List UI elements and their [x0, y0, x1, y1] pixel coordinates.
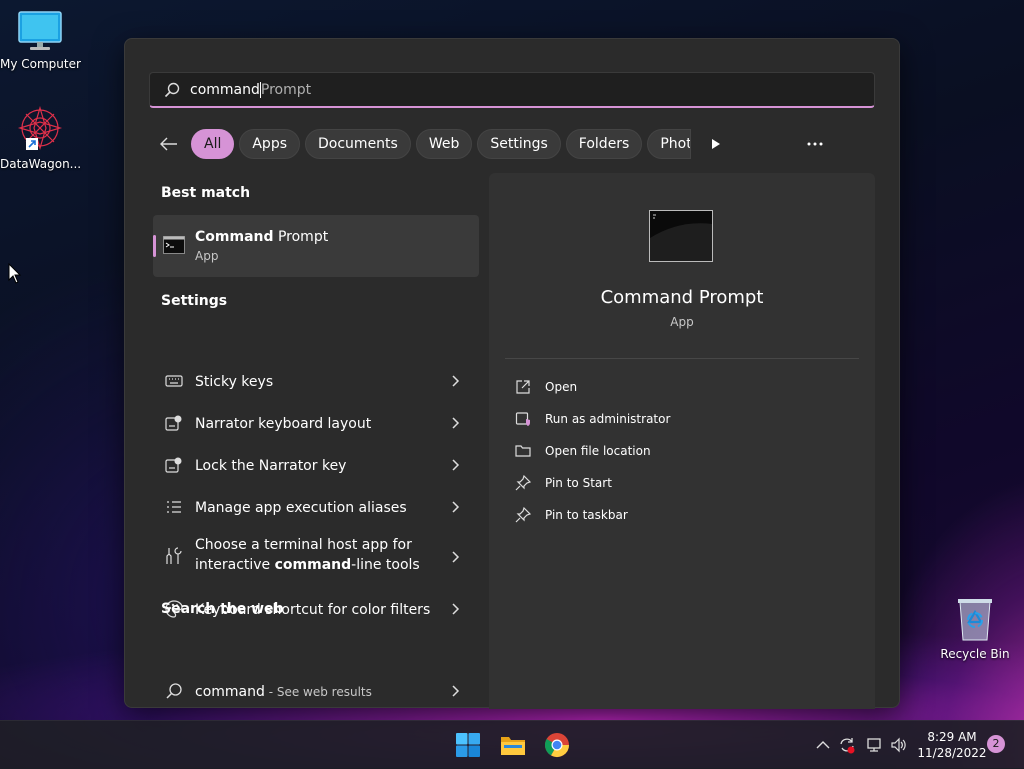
- desktop-icon-datawagon[interactable]: DataWagon...: [0, 105, 82, 171]
- filter-web[interactable]: Web: [415, 129, 473, 159]
- settings-heading: Settings: [161, 293, 228, 309]
- chevron-right-icon: [452, 603, 460, 615]
- desktop-icon-label: DataWagon...: [0, 157, 82, 171]
- arrow-left-icon: [160, 137, 177, 151]
- back-button[interactable]: [155, 130, 183, 158]
- pin-icon: [515, 507, 531, 523]
- command-prompt-large-icon: [649, 210, 713, 262]
- setting-terminal-host-app[interactable]: Choose a terminal host app for interacti…: [153, 529, 479, 585]
- desktop-icon-label: Recycle Bin: [940, 647, 1010, 661]
- chrome-icon[interactable]: [543, 731, 571, 759]
- action-pin-to-start[interactable]: Pin to Start: [515, 471, 612, 495]
- setting-narrator-keyboard-layout[interactable]: Narrator keyboard layout: [153, 403, 479, 443]
- detail-type: App: [670, 315, 694, 329]
- scroll-filters-button[interactable]: [702, 130, 730, 158]
- filter-settings[interactable]: Settings: [477, 129, 561, 159]
- action-label: Open file location: [545, 444, 651, 458]
- file-explorer-icon[interactable]: [499, 731, 527, 759]
- desktop-icon-my-computer[interactable]: My Computer: [0, 10, 81, 71]
- action-pin-to-taskbar[interactable]: Pin to taskbar: [515, 503, 628, 527]
- play-right-icon: [712, 139, 721, 149]
- chevron-right-icon: [452, 501, 460, 513]
- chevron-right-icon: [452, 375, 460, 387]
- chevron-right-icon: [452, 459, 460, 471]
- action-label: Pin to Start: [545, 476, 612, 490]
- detail-pane: Command Prompt App Open Run as administr…: [489, 173, 875, 709]
- web-search-result[interactable]: command - See web results: [153, 671, 479, 711]
- ellipsis-icon: [807, 142, 823, 146]
- system-clock[interactable]: 8:29 AM 11/28/2022: [912, 729, 992, 761]
- best-match-type: App: [195, 249, 219, 263]
- search-panel: command Prompt All Apps Documents Web Se…: [124, 38, 900, 711]
- sync-error-icon[interactable]: [838, 736, 856, 754]
- action-label: Run as administrator: [545, 412, 671, 426]
- desktop-icon-recycle-bin[interactable]: Recycle Bin: [935, 596, 1015, 661]
- search-icon: [166, 683, 182, 699]
- filter-documents[interactable]: Documents: [305, 129, 411, 159]
- datawagon-icon: [17, 105, 63, 151]
- filter-photos[interactable]: Photos: [647, 129, 692, 159]
- best-match-command-prompt[interactable]: Command Prompt App: [153, 215, 479, 277]
- filter-all[interactable]: All: [191, 129, 235, 159]
- setting-label: Narrator keyboard layout: [195, 416, 372, 432]
- filter-bar: All Apps Documents Web Settings Folders …: [155, 128, 730, 160]
- detail-title: Command Prompt: [600, 287, 764, 308]
- recycle-bin-icon: [958, 599, 992, 641]
- command-prompt-icon: [163, 236, 185, 254]
- windows-start-icon[interactable]: [454, 731, 482, 759]
- action-open-file-location[interactable]: Open file location: [515, 439, 651, 463]
- clock-time: 8:29 AM: [927, 730, 977, 744]
- setting-lock-narrator-key[interactable]: Lock the Narrator key: [153, 445, 479, 485]
- notification-badge[interactable]: 2: [987, 735, 1005, 753]
- setting-label: Choose a terminal host app for interacti…: [195, 537, 420, 573]
- filter-folders[interactable]: Folders: [565, 129, 643, 159]
- more-options-button[interactable]: [801, 132, 829, 156]
- developer-tools-icon: [166, 547, 182, 564]
- network-icon[interactable]: [865, 736, 883, 754]
- setting-label: Manage app execution aliases: [195, 500, 407, 516]
- best-match-heading: Best match: [161, 185, 251, 201]
- clock-date: 11/28/2022: [917, 746, 987, 760]
- folder-icon: [515, 445, 531, 457]
- best-match-name: Command Prompt: [195, 229, 329, 245]
- chevron-right-icon: [452, 685, 460, 697]
- selection-indicator: [153, 235, 156, 257]
- action-open[interactable]: Open: [515, 375, 577, 399]
- search-web-heading: Search the web: [161, 601, 284, 617]
- detail-divider: [505, 358, 859, 359]
- web-search-label: command - See web results: [195, 684, 372, 700]
- taskbar: 8:29 AM 11/28/2022: [0, 720, 1024, 769]
- shield-icon: [515, 412, 530, 426]
- open-icon: [516, 380, 530, 394]
- volume-icon[interactable]: [890, 736, 908, 754]
- monitor-icon: [18, 11, 62, 50]
- chevron-right-icon: [452, 551, 460, 563]
- pin-icon: [515, 475, 531, 491]
- action-label: Pin to taskbar: [545, 508, 628, 522]
- setting-sticky-keys[interactable]: Sticky keys: [153, 361, 479, 401]
- keyboard-icon: [165, 375, 183, 387]
- setting-label: Lock the Narrator key: [195, 458, 347, 474]
- action-label: Open: [545, 380, 578, 394]
- setting-app-execution-aliases[interactable]: Manage app execution aliases: [153, 487, 479, 527]
- filter-apps[interactable]: Apps: [239, 129, 301, 159]
- action-run-as-administrator[interactable]: Run as administrator: [515, 407, 670, 431]
- chevron-right-icon: [452, 417, 460, 429]
- search-query-text: command: [190, 81, 260, 98]
- chevron-up-icon[interactable]: [814, 736, 832, 754]
- search-icon: [164, 82, 180, 97]
- desktop-icon-label: My Computer: [0, 57, 81, 71]
- narrator-lock-icon: [165, 457, 182, 473]
- narrator-icon: [165, 415, 182, 431]
- setting-label: Sticky keys: [195, 374, 274, 390]
- mouse-cursor-icon: [8, 263, 22, 284]
- search-input[interactable]: command Prompt: [149, 72, 875, 108]
- list-icon: [167, 501, 181, 513]
- search-suggestion-text: Prompt: [260, 81, 312, 98]
